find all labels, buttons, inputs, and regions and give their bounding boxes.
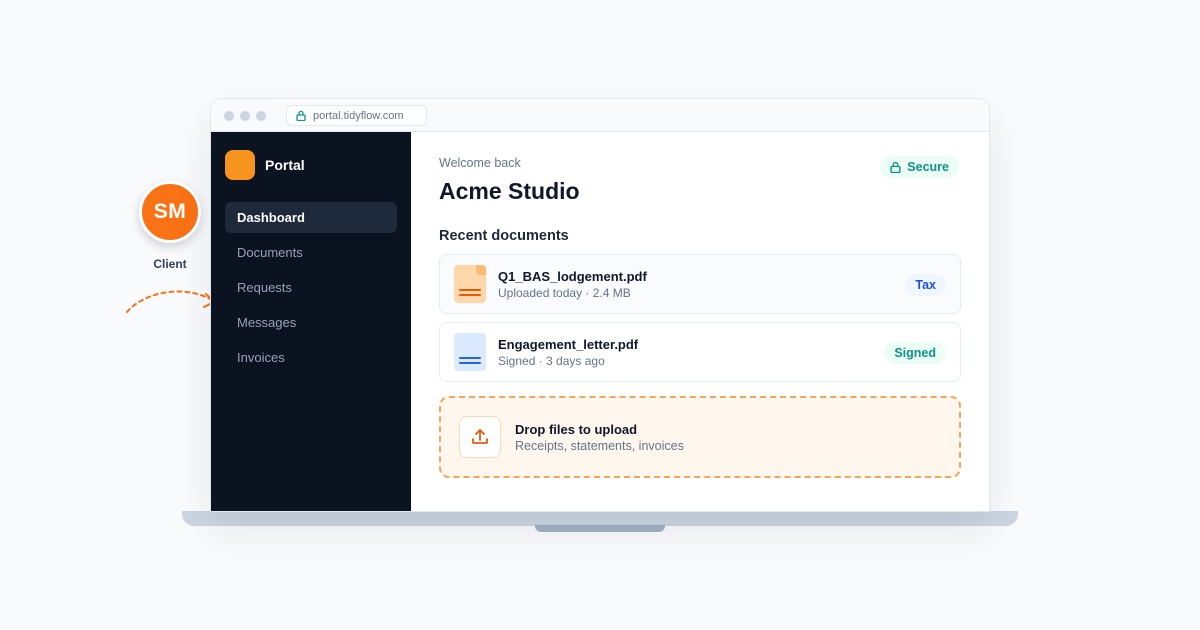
- upload-icon: [472, 429, 488, 444]
- file-icon: [454, 333, 486, 371]
- document-meta: Uploaded today · 2.4 MB: [498, 285, 631, 300]
- address-bar[interactable]: portal.tidyflow.com: [286, 105, 427, 126]
- brand-logo: [225, 150, 255, 180]
- file-icon: [454, 265, 486, 303]
- secure-label: Secure: [907, 160, 949, 174]
- laptop-base: [182, 511, 1018, 526]
- brand-name: Portal: [265, 157, 305, 173]
- document-name: Engagement_letter.pdf: [498, 336, 639, 352]
- browser-window: portal.tidyflow.com Portal Dashboard Doc…: [210, 98, 990, 512]
- document-row[interactable]: Q1_BAS_lodgement.pdf Uploaded today · 2.…: [439, 254, 961, 314]
- page-title: Acme Studio: [439, 178, 580, 204]
- main-panel: Welcome back Acme Studio Secure Recent d…: [411, 132, 989, 511]
- lock-icon: [890, 161, 901, 173]
- lock-icon: [296, 110, 306, 121]
- laptop-notch: [535, 525, 665, 532]
- document-row[interactable]: Engagement_letter.pdf Signed · 3 days ag…: [439, 322, 961, 382]
- sidebar-item-requests[interactable]: Requests: [225, 272, 397, 303]
- dropzone-subtitle: Receipts, statements, invoices: [515, 438, 684, 453]
- brand[interactable]: Portal: [225, 150, 397, 180]
- browser-titlebar: portal.tidyflow.com: [211, 99, 989, 132]
- dropzone-title: Drop files to upload: [515, 421, 638, 437]
- client-badge: SM Client: [139, 181, 201, 271]
- section-title: Recent documents: [439, 228, 569, 244]
- url-text: portal.tidyflow.com: [313, 109, 404, 122]
- upload-dropzone[interactable]: Drop files to upload Receipts, statement…: [439, 396, 961, 478]
- upload-button[interactable]: [459, 416, 501, 458]
- sidebar-item-invoices[interactable]: Invoices: [225, 342, 397, 373]
- window-minimize-dot[interactable]: [240, 111, 250, 121]
- dashed-arrow-icon: [126, 290, 215, 313]
- document-tag: Tax: [905, 274, 946, 296]
- app-content: Portal Dashboard Documents Requests Mess…: [211, 132, 989, 511]
- window-maximize-dot[interactable]: [256, 111, 266, 121]
- sidebar-item-documents[interactable]: Documents: [225, 237, 397, 268]
- window-close-dot[interactable]: [224, 111, 234, 121]
- secure-badge: Secure: [880, 156, 959, 178]
- sidebar-item-dashboard[interactable]: Dashboard: [225, 202, 397, 233]
- client-label: Client: [153, 257, 187, 271]
- document-name: Q1_BAS_lodgement.pdf: [498, 268, 647, 284]
- document-meta: Signed · 3 days ago: [498, 353, 605, 368]
- sidebar: Portal Dashboard Documents Requests Mess…: [211, 132, 411, 511]
- sidebar-item-messages[interactable]: Messages: [225, 307, 397, 338]
- client-avatar: SM: [139, 181, 201, 243]
- document-tag: Signed: [884, 342, 946, 364]
